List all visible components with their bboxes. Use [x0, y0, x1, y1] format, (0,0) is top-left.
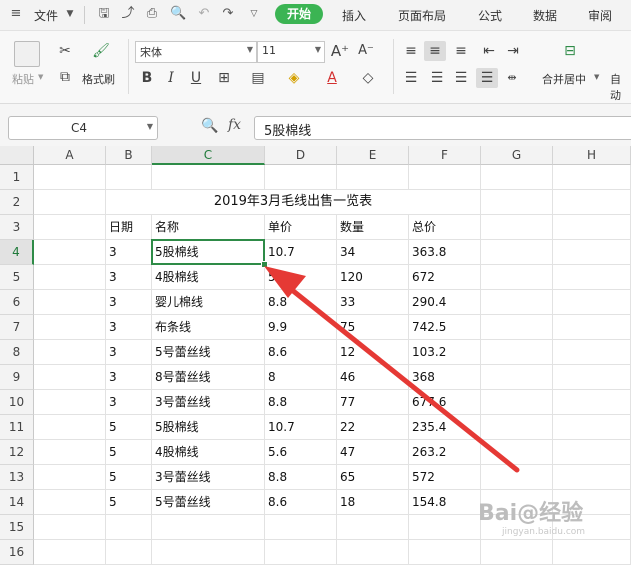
arrow-shaft — [279, 279, 520, 473]
annotation-arrow — [264, 266, 520, 473]
